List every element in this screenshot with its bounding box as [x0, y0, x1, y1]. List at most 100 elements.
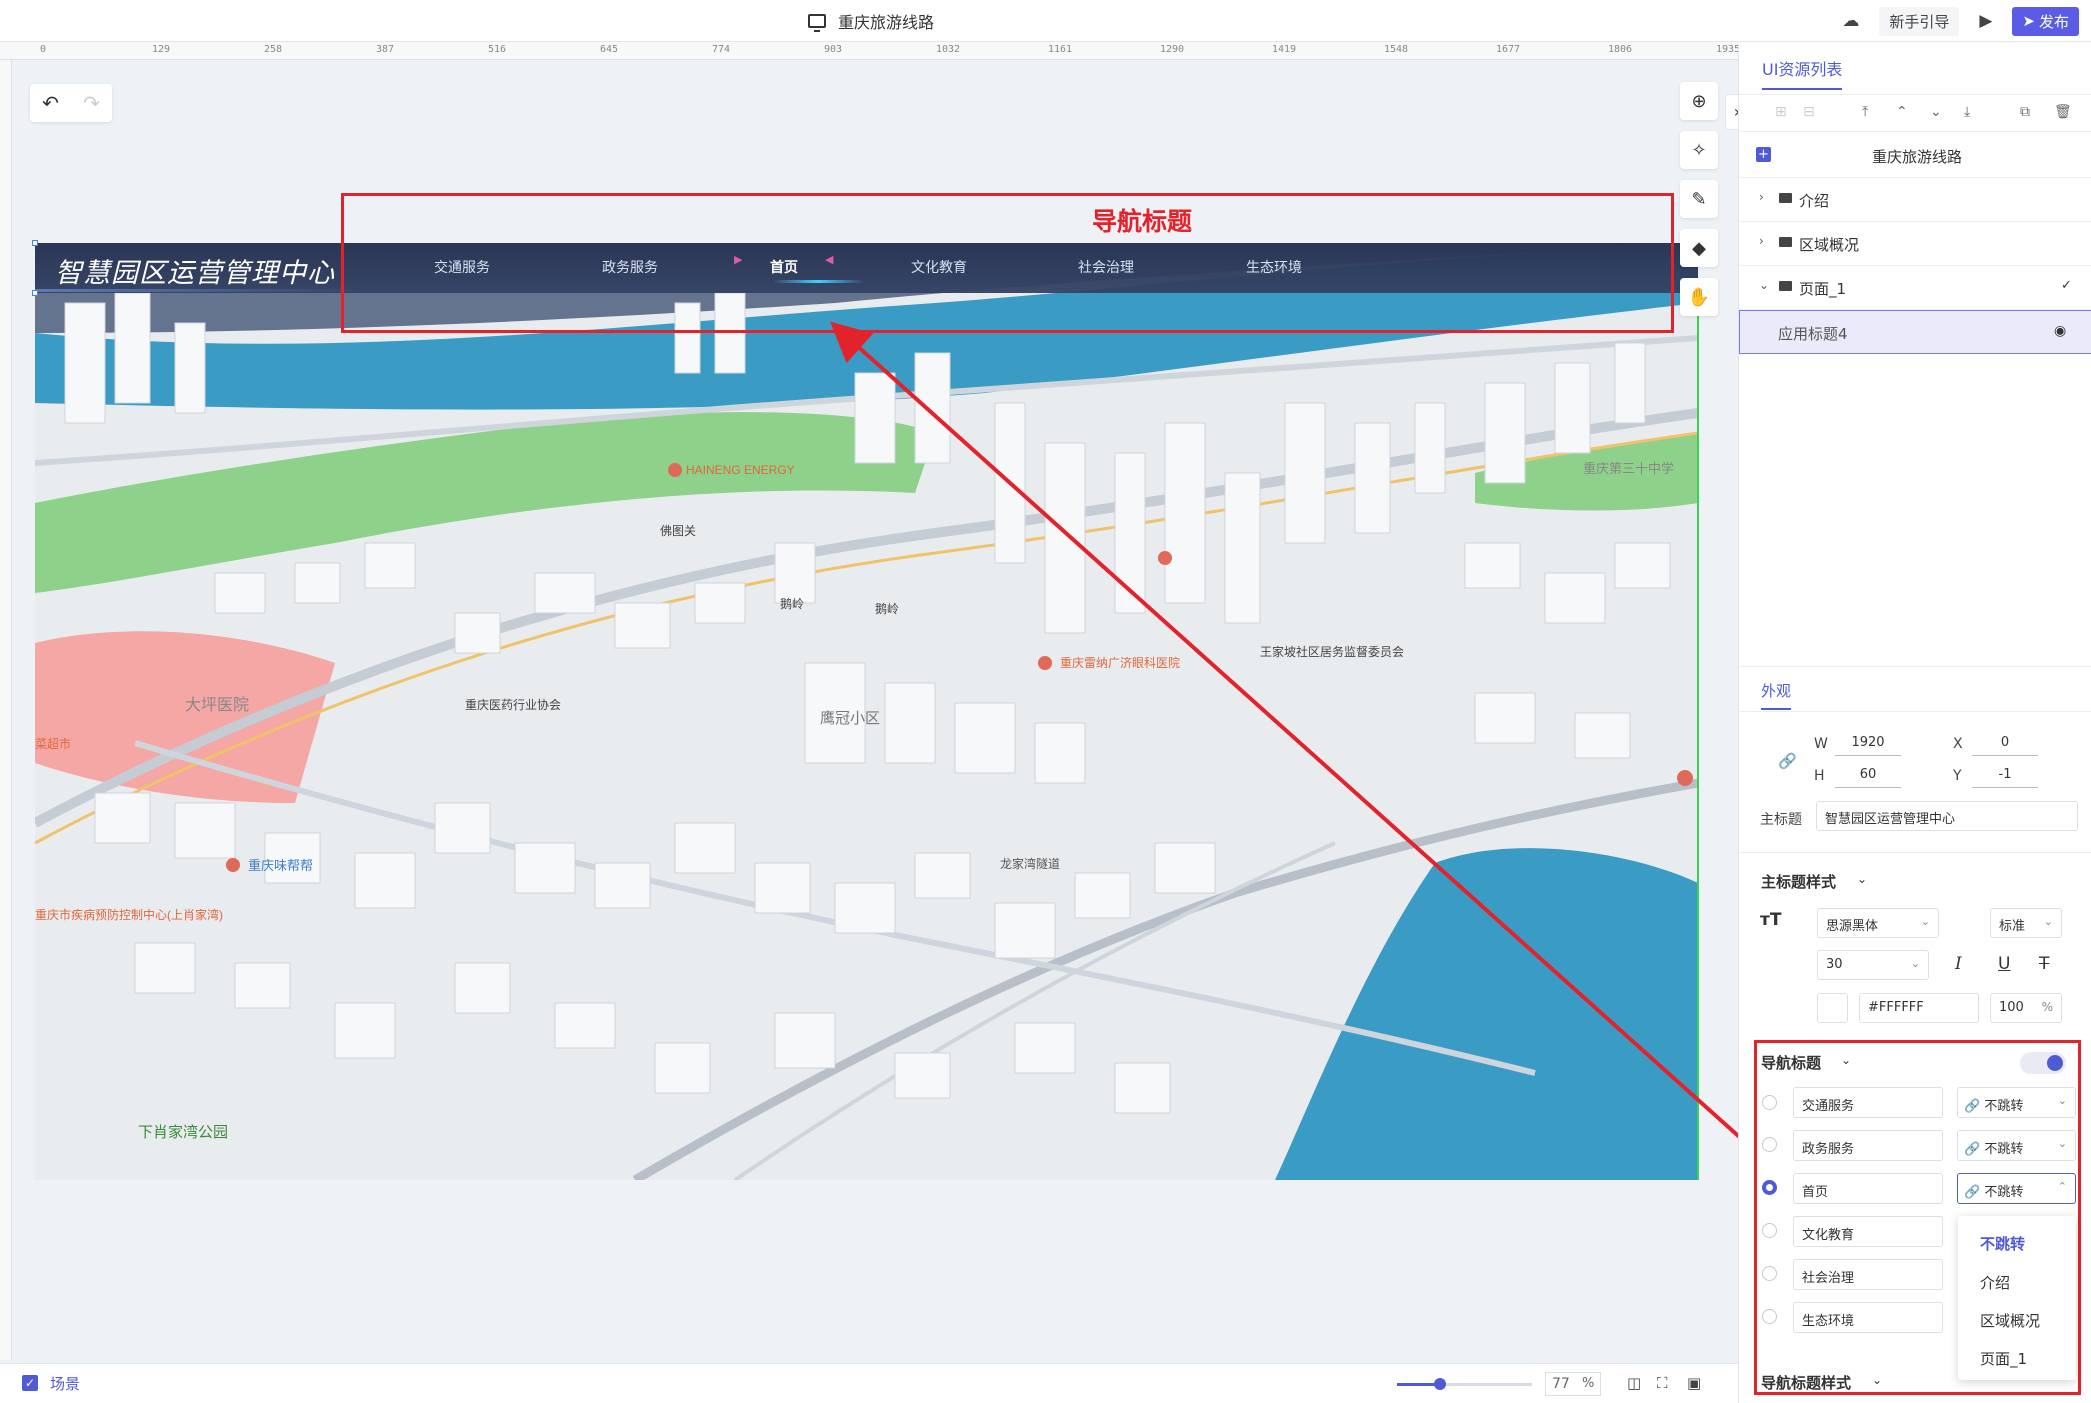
move-up-icon[interactable]: ⌃ — [1896, 104, 1908, 120]
move-down-icon[interactable]: ⌄ — [1930, 104, 1942, 120]
dropdown-option[interactable]: 页面_1 — [1980, 1348, 2027, 1369]
selection-handle[interactable] — [32, 240, 38, 246]
chevron-down-icon[interactable]: ⌄ — [1841, 1053, 1851, 1067]
nav-radio-2[interactable] — [1762, 1180, 1777, 1195]
nav-item-input[interactable]: 首页 — [1793, 1173, 1943, 1204]
publish-button[interactable]: ➤ 发布 — [2012, 6, 2079, 36]
main-title-style-heading[interactable]: 主标题样式 — [1761, 871, 1836, 892]
nav-radio-4[interactable] — [1762, 1266, 1777, 1281]
opacity-input[interactable]: 100 % — [1990, 993, 2062, 1023]
font-family-select[interactable]: 思源黑体 ⌄ — [1817, 908, 1939, 938]
nav-item-input[interactable]: 生态环境 — [1793, 1302, 1943, 1333]
tree-toolbar: ⊞ ⊟ ⤒ ⌃ ⌄ ⤓ ⧉ 🗑 — [1739, 94, 2091, 132]
copy-icon[interactable]: ⧉ — [2020, 104, 2030, 120]
chevron-down-icon[interactable]: ⌄ — [1759, 278, 1769, 292]
nav-title-toggle[interactable] — [2020, 1052, 2066, 1074]
jump-select-open[interactable]: 🔗 不跳转 ⌃ — [1957, 1173, 2076, 1204]
tree-item-intro[interactable]: › 介绍 — [1739, 178, 2091, 222]
dropdown-option[interactable]: 介绍 — [1980, 1272, 2010, 1293]
nav-title-heading[interactable]: 导航标题 — [1761, 1052, 1821, 1073]
preview-play-icon[interactable]: ▶ — [1979, 11, 1992, 31]
nav-style-heading[interactable]: 导航标题样式 — [1761, 1372, 1851, 1393]
tab-appearance[interactable]: 外观 — [1761, 680, 1792, 710]
map-label: 王家坡社区居务监督委员会 — [1260, 644, 1404, 659]
nav-item-input[interactable]: 文化教育 — [1793, 1216, 1943, 1247]
magic-wand-icon[interactable]: ✧ — [1680, 131, 1718, 169]
w-label: W — [1814, 736, 1828, 752]
screen-icon[interactable]: ▣ — [1687, 1374, 1701, 1392]
map-label: 菜超市 — [35, 736, 71, 751]
tree-root[interactable]: + 重庆旅游线路 — [1739, 134, 2091, 178]
jump-value: 不跳转 — [1984, 1185, 2024, 1200]
jump-select[interactable]: 🔗 不跳转 ⌄ — [1957, 1087, 2076, 1118]
font-weight-select[interactable]: 标准 ⌄ — [1990, 908, 2062, 938]
main-title-input[interactable]: 智慧园区运营管理中心 — [1816, 801, 2078, 831]
zoom-slider-knob[interactable] — [1434, 1378, 1446, 1390]
ruler-tick: 903 — [824, 44, 843, 55]
italic-icon[interactable]: I — [1955, 954, 1962, 974]
underline-icon[interactable]: U — [1998, 954, 2010, 974]
height-input[interactable]: 60 — [1835, 764, 1901, 788]
width-input[interactable]: 1920 — [1835, 732, 1901, 756]
scene-checkbox[interactable]: ✓ — [22, 1375, 38, 1391]
chevron-down-icon[interactable]: ⌄ — [1872, 1373, 1882, 1387]
x-label: X — [1953, 736, 1963, 752]
move-top-icon[interactable]: ⤒ — [1862, 104, 1868, 120]
y-label: Y — [1953, 768, 1962, 784]
ruler-tick: 1806 — [1608, 44, 1633, 55]
map-stage[interactable]: HAINENG ENERGY 佛图关 鹅岭 鹅岭 重庆医药行业协会 鹰冠小区 大… — [35, 243, 1698, 1180]
ruler-tool-icon[interactable]: ✎ — [1680, 180, 1718, 218]
tab-ui-resources[interactable]: UI资源列表 — [1762, 56, 1843, 90]
add-icon[interactable]: + — [1756, 147, 1771, 162]
ruler-tick: 1548 — [1384, 44, 1409, 55]
chevron-down-icon[interactable]: ⌄ — [1857, 872, 1867, 886]
ungroup-icon[interactable]: ⊟ — [1803, 104, 1815, 120]
undo-icon[interactable]: ↶ — [42, 91, 59, 115]
eye-icon[interactable]: ◉ — [2054, 323, 2066, 339]
selection-handle[interactable] — [32, 290, 38, 296]
link-icon: 🔗 — [1964, 1099, 1981, 1114]
map-label: 重庆味帮帮 — [248, 858, 313, 873]
target-icon[interactable]: ⊕ — [1680, 82, 1718, 120]
nav-radio-0[interactable] — [1762, 1095, 1777, 1110]
tree-item-page1[interactable]: ⌄ 页面_1 ✓ — [1739, 266, 2091, 310]
fullscreen-icon[interactable]: ⛶ — [1657, 1374, 1668, 1392]
y-input[interactable]: -1 — [1972, 764, 2038, 788]
x-input[interactable]: 0 — [1972, 732, 2038, 756]
nav-item-input[interactable]: 社会治理 — [1793, 1259, 1943, 1290]
delete-icon[interactable]: 🗑 — [2054, 104, 2072, 120]
font-size-value: 30 — [1826, 957, 1843, 972]
jump-dropdown-menu: 不跳转 介绍 区域概况 页面_1 — [1958, 1216, 2076, 1380]
tree-item-region[interactable]: › 区域概况 — [1739, 222, 2091, 266]
strikethrough-icon[interactable]: T — [2039, 954, 2049, 974]
dropdown-option[interactable]: 区域概况 — [1980, 1310, 2040, 1331]
guide-button[interactable]: 新手引导 — [1879, 6, 1960, 36]
tree-item-app-title[interactable]: 应用标题4 ◉ — [1739, 310, 2091, 354]
font-size-select[interactable]: 30 ⌄ — [1817, 950, 1929, 980]
tree-item-label: 页面_1 — [1799, 280, 1847, 298]
dropdown-option[interactable]: 不跳转 — [1980, 1233, 2025, 1254]
nav-radio-1[interactable] — [1762, 1137, 1777, 1152]
chevron-right-icon[interactable]: › — [1759, 234, 1764, 248]
color-hex-input[interactable]: #FFFFFF — [1859, 993, 1979, 1023]
link-icon[interactable]: 🔗 — [1778, 752, 1797, 770]
chevron-right-icon[interactable]: › — [1759, 190, 1764, 204]
chevron-down-icon: ⌄ — [2057, 1137, 2067, 1150]
monitor-icon — [808, 14, 826, 32]
nav-item-input[interactable]: 政务服务 — [1793, 1130, 1943, 1161]
ruler-tick: 1161 — [1048, 44, 1073, 55]
chevron-down-icon: ⌄ — [1920, 915, 1930, 928]
cube-icon[interactable]: ◆ — [1680, 229, 1718, 267]
nav-item-input[interactable]: 交通服务 — [1793, 1087, 1943, 1118]
redo-icon[interactable]: ↷ — [83, 91, 100, 115]
nav-radio-3[interactable] — [1762, 1223, 1777, 1238]
color-swatch[interactable] — [1817, 993, 1848, 1023]
cloud-sync-icon[interactable]: ☁ — [1842, 11, 1859, 31]
group-icon[interactable]: ⊞ — [1775, 104, 1787, 120]
move-bottom-icon[interactable]: ⤓ — [1964, 104, 1970, 120]
opacity-unit: % — [2041, 1000, 2053, 1014]
nav-radio-5[interactable] — [1762, 1309, 1777, 1324]
hand-icon[interactable]: ✋ — [1680, 278, 1718, 316]
jump-select[interactable]: 🔗 不跳转 ⌄ — [1957, 1130, 2076, 1161]
fit-icon[interactable]: ◫ — [1627, 1374, 1641, 1392]
